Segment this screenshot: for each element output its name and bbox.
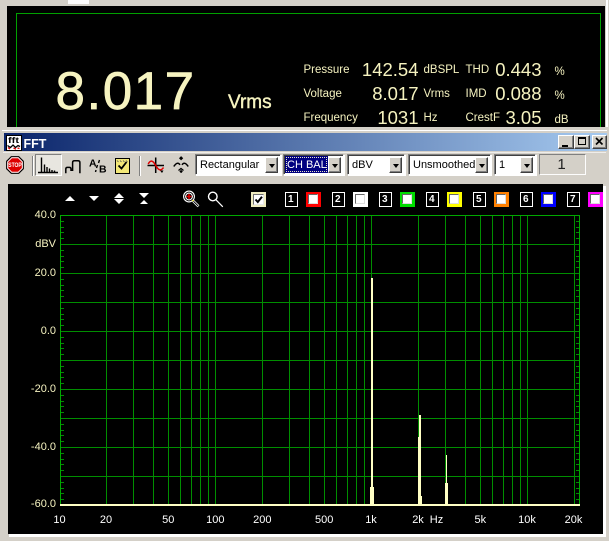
svg-text:B: B: [99, 164, 107, 174]
svg-text:fft: fft: [8, 136, 19, 145]
svg-text:A: A: [89, 158, 97, 170]
svg-text:STOP: STOP: [8, 163, 22, 169]
